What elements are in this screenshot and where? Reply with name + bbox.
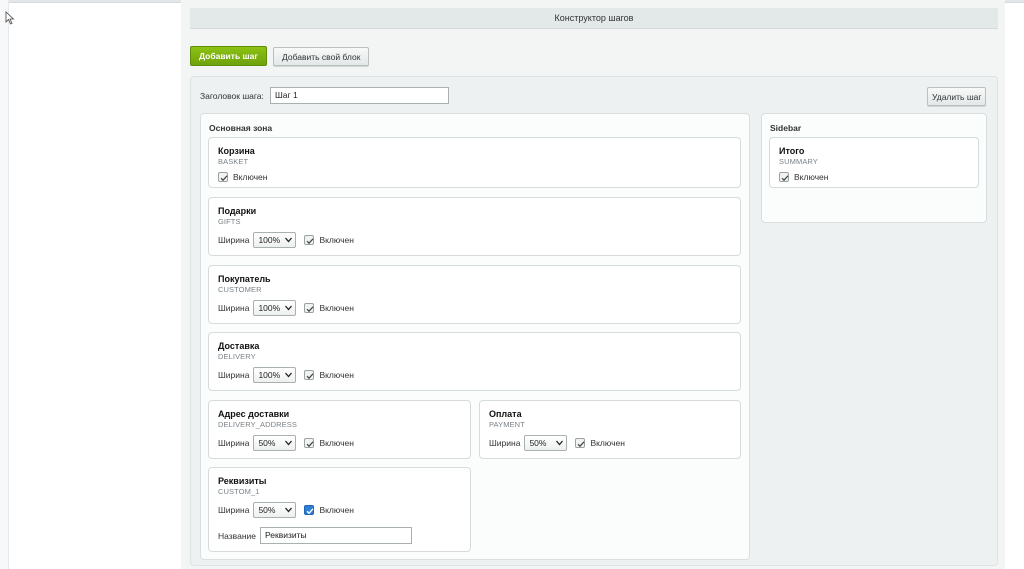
- width-label: Ширина: [218, 235, 250, 245]
- enabled-label: Включен: [319, 235, 354, 245]
- left-rail: [0, 0, 9, 569]
- sidebar-zone-title: Sidebar: [770, 123, 802, 133]
- block-customer[interactable]: Покупатель CUSTOMER Ширина 100% Включен: [208, 265, 741, 324]
- block-code: DELIVERY: [218, 352, 256, 361]
- chevron-down-icon: [285, 372, 293, 378]
- width-label: Ширина: [218, 438, 250, 448]
- width-select-value: 100%: [258, 370, 281, 380]
- enabled-checkbox[interactable]: [304, 438, 315, 448]
- enabled-checkbox[interactable]: [304, 303, 315, 313]
- name-label: Название: [218, 530, 256, 541]
- width-select[interactable]: 50%: [253, 502, 297, 518]
- block-title: Итого: [779, 146, 805, 156]
- width-label: Ширина: [218, 505, 250, 515]
- enabled-checkbox[interactable]: [575, 438, 586, 448]
- enabled-label: Включен: [319, 303, 354, 313]
- block-payment[interactable]: Оплата PAYMENT Ширина 50% Включен: [479, 400, 741, 459]
- enabled-checkbox[interactable]: [779, 172, 789, 182]
- block-code: GIFTS: [218, 217, 241, 226]
- block-code: CUSTOM_1: [218, 487, 260, 496]
- block-code: DELIVERY_ADDRESS: [218, 420, 297, 429]
- width-select-value: 100%: [258, 303, 281, 313]
- width-select-value: 50%: [258, 438, 276, 448]
- block-title: Оплата: [489, 409, 522, 419]
- name-input[interactable]: Реквизиты: [259, 527, 412, 544]
- block-custom-1[interactable]: Реквизиты CUSTOM_1 Ширина 50% Включен На…: [208, 467, 471, 552]
- block-title: Покупатель: [218, 274, 271, 284]
- width-select[interactable]: 100%: [253, 232, 297, 248]
- enabled-label: Включен: [319, 505, 354, 515]
- enabled-label: Включен: [319, 438, 354, 448]
- block-code: CUSTOMER: [218, 285, 262, 294]
- block-code: PAYMENT: [489, 420, 525, 429]
- enabled-checkbox[interactable]: [304, 235, 315, 245]
- enabled-checkbox[interactable]: [304, 505, 315, 515]
- width-label: Ширина: [218, 303, 250, 313]
- block-summary[interactable]: Итого SUMMARY Включен: [769, 137, 979, 188]
- add-own-block-button[interactable]: Добавить свой блок: [273, 47, 370, 66]
- add-step-button[interactable]: Добавить шаг: [190, 46, 267, 66]
- chevron-down-icon: [556, 440, 564, 446]
- enabled-checkbox[interactable]: [304, 370, 315, 380]
- enabled-label: Включен: [233, 172, 268, 182]
- block-title: Корзина: [218, 146, 255, 156]
- width-select[interactable]: 100%: [253, 367, 297, 383]
- width-select[interactable]: 50%: [253, 435, 297, 451]
- enabled-label: Включен: [590, 438, 625, 448]
- block-title: Доставка: [218, 341, 260, 351]
- enabled-label: Включен: [319, 370, 354, 380]
- block-delivery[interactable]: Доставка DELIVERY Ширина 100% Включен: [208, 332, 741, 391]
- width-label: Ширина: [218, 370, 250, 380]
- enabled-checkbox[interactable]: [218, 172, 228, 182]
- enabled-label: Включен: [794, 172, 829, 182]
- step-title-label: Заголовок шага:: [200, 91, 264, 101]
- width-select-value: 50%: [529, 438, 547, 448]
- block-basket[interactable]: Корзина BASKET Включен: [208, 137, 741, 188]
- chevron-down-icon: [285, 305, 293, 311]
- width-select[interactable]: 100%: [253, 300, 297, 316]
- width-label: Ширина: [489, 438, 521, 448]
- block-title: Реквизиты: [218, 476, 267, 486]
- page-title: Конструктор шагов: [190, 8, 998, 29]
- block-title: Подарки: [218, 206, 257, 216]
- width-select[interactable]: 50%: [524, 435, 568, 451]
- block-title: Адрес доставки: [218, 409, 290, 419]
- block-delivery-address[interactable]: Адрес доставки DELIVERY_ADDRESS Ширина 5…: [208, 400, 471, 459]
- width-select-value: 100%: [258, 235, 281, 245]
- block-code: BASKET: [218, 157, 249, 166]
- chevron-down-icon: [285, 237, 293, 243]
- block-gifts[interactable]: Подарки GIFTS Ширина 100% Включен: [208, 197, 741, 256]
- width-select-value: 50%: [258, 505, 276, 515]
- main-zone-title: Основная зона: [209, 123, 273, 133]
- block-code: SUMMARY: [779, 157, 818, 166]
- chevron-down-icon: [285, 440, 293, 446]
- step-title-input[interactable]: Шаг 1: [270, 87, 449, 104]
- mouse-cursor-icon: [5, 11, 15, 25]
- chevron-down-icon: [285, 507, 293, 513]
- delete-step-button[interactable]: Удалить шаг: [927, 87, 987, 106]
